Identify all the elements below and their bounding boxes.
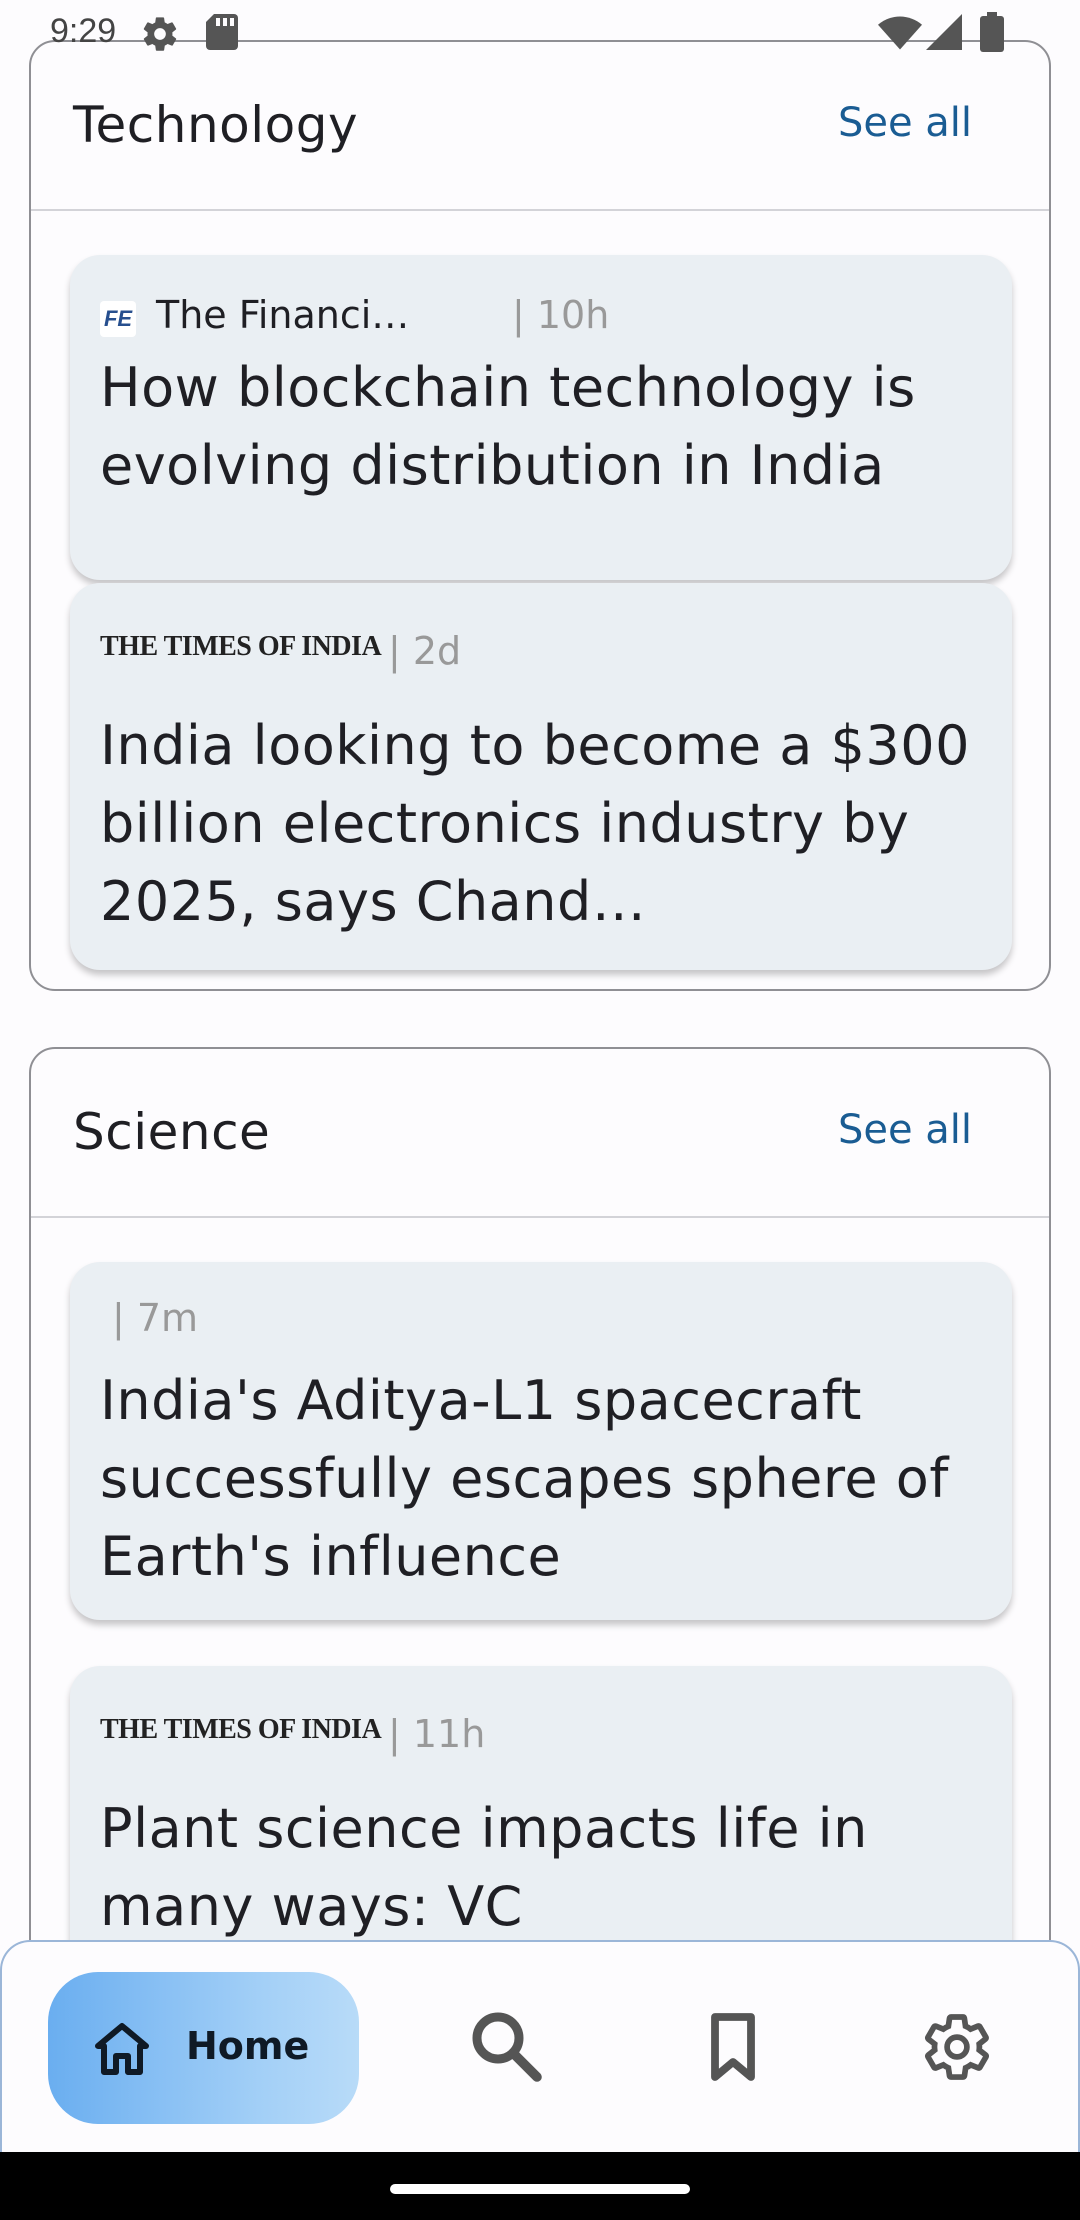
see-all-link[interactable]: See all	[838, 100, 972, 146]
settings-icon	[912, 2014, 1002, 2096]
article-age: | 10h	[512, 293, 610, 337]
sd-card-icon	[206, 14, 238, 54]
home-gesture-indicator[interactable]	[390, 2184, 690, 2194]
nav-bookmarks-button[interactable]	[688, 2002, 778, 2092]
article-meta: | 7m	[100, 1296, 982, 1356]
nav-search-button[interactable]	[462, 2002, 552, 2092]
signal-icon	[926, 14, 962, 54]
see-all-link[interactable]: See all	[838, 1107, 972, 1153]
settings-gear-icon	[140, 14, 180, 58]
article-card[interactable]: FE The Financi… | 10h How blockchain tec…	[70, 255, 1012, 580]
bottom-navigation: Home	[0, 1940, 1080, 2152]
nav-settings-button[interactable]	[912, 2002, 1002, 2092]
source-logo: THE TIMES OF INDIA	[100, 1714, 382, 1745]
nav-home-button[interactable]: Home	[48, 1972, 359, 2124]
section-header: Technology See all	[31, 42, 1049, 211]
article-age: | 7m	[112, 1296, 199, 1340]
article-meta: THE TIMES OF INDIA | 11h	[100, 1704, 982, 1764]
section-science: Science See all | 7m India's Aditya-L1 s…	[29, 1047, 1051, 2047]
section-title: Technology	[73, 96, 359, 154]
article-age: | 11h	[388, 1712, 486, 1756]
article-headline: Plant science impacts life in many ways:…	[100, 1797, 868, 1938]
source-logo: FE	[100, 301, 136, 337]
wifi-icon	[878, 16, 922, 54]
article-meta: FE The Financi… | 10h	[100, 283, 982, 343]
source-name: The Financi…	[156, 293, 410, 337]
section-title: Science	[73, 1103, 271, 1161]
status-time: 9:29	[50, 12, 117, 50]
article-card[interactable]: | 7m India's Aditya-L1 spacecraft succes…	[70, 1262, 1012, 1620]
status-bar: 9:29	[0, 0, 1080, 62]
battery-icon	[980, 12, 1004, 56]
source-logo: THE TIMES OF INDIA	[100, 631, 382, 662]
search-icon	[462, 2012, 552, 2096]
article-headline: India looking to become a $300 billion e…	[100, 714, 970, 933]
article-meta: THE TIMES OF INDIA | 2d	[100, 621, 982, 681]
screen: 9:29 Technology See all FE The Financi… …	[0, 0, 1080, 2220]
article-age: | 2d	[388, 629, 462, 673]
article-headline: How blockchain technology is evolving di…	[100, 356, 916, 497]
nav-home-label: Home	[186, 2024, 310, 2068]
article-card[interactable]: THE TIMES OF INDIA | 2d India looking to…	[70, 583, 1012, 970]
section-technology: Technology See all FE The Financi… | 10h…	[29, 40, 1051, 991]
bookmark-icon	[688, 2013, 778, 2096]
article-headline: India's Aditya-L1 spacecraft successfull…	[100, 1369, 949, 1588]
home-icon	[94, 2022, 150, 2080]
section-header: Science See all	[31, 1049, 1049, 1218]
